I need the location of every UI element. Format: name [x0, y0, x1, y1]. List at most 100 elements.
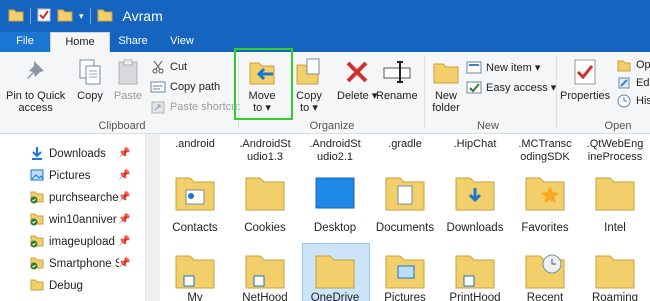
folder-contacts[interactable]: Contacts — [160, 172, 230, 234]
new-group-label: New — [476, 120, 499, 132]
folder-downloads[interactable]: Downloads — [440, 172, 510, 234]
folder-pictures[interactable]: Pictures — [370, 250, 440, 301]
open-label: Op — [636, 59, 650, 71]
green-check-folder-icon — [30, 190, 44, 207]
properties-button[interactable]: Properties — [560, 56, 610, 102]
pin-icon[interactable]: 📌 — [118, 192, 130, 203]
folder-icon — [30, 278, 44, 295]
pin-icon[interactable]: 📌 — [118, 236, 130, 247]
folder-label[interactable]: .AndroidSt udio2.1 — [300, 138, 370, 164]
quick-access-toolbar: ▾ — [0, 8, 113, 25]
folder-roaming[interactable]: Roaming — [580, 250, 650, 301]
new-folder-icon[interactable] — [57, 8, 73, 25]
window-folder-icon — [97, 8, 113, 25]
copy-path-icon — [150, 79, 166, 95]
nav-item-label: imageupload — [49, 236, 115, 248]
folder-label[interactable]: .gradle — [370, 138, 440, 151]
folder-label[interactable]: .QtWebEng ineProcess — [580, 138, 650, 164]
rename-button[interactable]: Rename — [376, 56, 418, 102]
group-divider — [556, 56, 557, 128]
nav-scrollbar[interactable] — [146, 134, 160, 301]
folder-favorites[interactable]: Favorites — [510, 172, 580, 234]
folder-name: Intel — [604, 222, 626, 234]
copy-path-button[interactable]: Copy path — [150, 78, 220, 96]
easy-access-icon — [466, 79, 482, 95]
folder-my[interactable]: My — [160, 250, 230, 301]
green-check-folder-icon — [30, 256, 44, 273]
history-label: His — [636, 95, 650, 107]
delete-button[interactable]: Delete ▾ — [337, 56, 377, 102]
scissors-icon — [150, 59, 166, 75]
folder-recent[interactable]: Recent — [510, 250, 580, 301]
copy-path-label: Copy path — [170, 81, 221, 93]
folder-name: NetHood — [242, 292, 288, 301]
documents-folder-icon — [382, 172, 428, 214]
history-button[interactable]: His — [616, 92, 650, 110]
shortcut-folder-icon — [452, 250, 498, 292]
customize-dropdown-icon[interactable]: ▾ — [79, 11, 84, 22]
pin-icon — [20, 56, 52, 88]
copy-icon — [74, 56, 106, 88]
paste-button[interactable]: Paste — [112, 56, 144, 102]
pin-icon[interactable]: 📌 — [118, 258, 130, 269]
paste-label: Paste — [113, 90, 143, 102]
folder-label[interactable]: .HipChat — [440, 138, 510, 151]
title-bar: ▾ Avram — [0, 0, 650, 32]
new-item-icon — [466, 59, 482, 75]
properties-label: Properties — [560, 90, 611, 102]
cut-button[interactable]: Cut — [150, 58, 187, 76]
new-folder-button[interactable]: New folder — [430, 56, 462, 114]
folder-documents[interactable]: Documents — [370, 172, 440, 234]
tab-file[interactable]: File — [0, 32, 50, 52]
copy-to-button[interactable]: Copy to ▾ — [293, 56, 325, 114]
copy-label: Copy — [77, 90, 103, 102]
nav-item-debug[interactable]: Debug — [30, 276, 142, 296]
folder-label[interactable]: .android — [160, 138, 230, 151]
folder-intel[interactable]: Intel — [580, 172, 650, 234]
folder-nethood[interactable]: NetHood — [230, 250, 300, 301]
edit-button[interactable]: Edi — [616, 74, 650, 92]
folder-icon — [242, 172, 288, 214]
easy-access-button[interactable]: Easy access ▾ — [466, 78, 556, 96]
pin-icon[interactable]: 📌 — [118, 148, 130, 159]
folder-name: Roaming — [591, 292, 639, 301]
nav-item-label: purchsearche — [49, 192, 119, 204]
easy-access-label: Easy access ▾ — [486, 81, 557, 94]
folder-label[interactable]: .AndroidSt udio1.3 — [230, 138, 300, 164]
contacts-folder-icon — [172, 172, 218, 214]
copy-button[interactable]: Copy — [74, 56, 106, 102]
folder-cookies[interactable]: Cookies — [230, 172, 300, 234]
folder-onedrive[interactable]: OneDrive — [300, 250, 370, 301]
folder-printhood[interactable]: PrintHood — [440, 250, 510, 301]
shortcut-folder-icon — [172, 250, 218, 292]
folder-name: Contacts — [172, 222, 218, 234]
paste-shortcut-button[interactable]: Paste shortcut — [150, 98, 240, 116]
open-group-label: Open — [604, 120, 632, 132]
new-item-button[interactable]: New item ▾ — [466, 58, 540, 76]
tab-view[interactable]: View — [160, 32, 204, 52]
window-title: Avram — [122, 8, 163, 24]
paste-shortcut-label: Paste shortcut — [170, 101, 241, 113]
folder-icon[interactable] — [8, 8, 24, 25]
green-check-folder-icon — [30, 234, 44, 251]
open-button[interactable]: Op — [616, 56, 650, 74]
pin-icon[interactable]: 📌 — [118, 170, 130, 181]
history-icon — [616, 93, 632, 109]
folder-icon — [312, 250, 358, 292]
desktop-folder-icon — [312, 172, 358, 214]
pin-to-quick-access-button[interactable]: Pin to Quick access — [6, 56, 65, 114]
nav-item-label: Debug — [49, 280, 83, 292]
move-to-highlight — [234, 48, 293, 120]
cut-label: Cut — [170, 61, 188, 73]
new-folder-icon — [430, 56, 462, 88]
tab-home[interactable]: Home — [50, 32, 110, 53]
pin-icon[interactable]: 📌 — [118, 214, 130, 225]
toolbar-divider — [30, 8, 31, 24]
nav-item-label: Smartphone S — [49, 258, 119, 270]
pin-label-line1: Pin to Quick — [6, 90, 66, 102]
folder-label[interactable]: .MCTransc odingSDK — [510, 138, 580, 164]
properties-check-icon[interactable] — [37, 8, 51, 25]
folder-desktop[interactable]: Desktop — [300, 172, 370, 234]
tab-share[interactable]: Share — [112, 32, 154, 52]
rename-label: Rename — [376, 90, 418, 102]
